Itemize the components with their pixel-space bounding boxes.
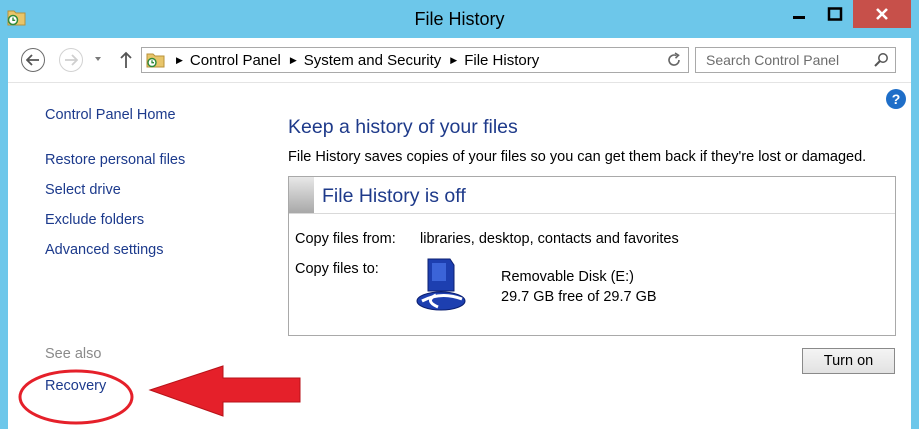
turn-on-button[interactable]: Turn on: [802, 348, 895, 374]
sidebar-link-recovery[interactable]: Recovery: [45, 378, 106, 394]
breadcrumb-control-panel[interactable]: Control Panel: [190, 52, 281, 69]
drive-free-space: 29.7 GB free of 29.7 GB: [501, 289, 657, 305]
forward-button[interactable]: [59, 48, 83, 72]
status-indicator-bar: [289, 177, 314, 213]
sidebar-link-exclude-folders[interactable]: Exclude folders: [45, 212, 144, 228]
up-arrow-icon[interactable]: [118, 50, 134, 70]
arrow-left-icon: [26, 54, 39, 66]
sidebar-link-advanced-settings[interactable]: Advanced settings: [45, 242, 164, 258]
recent-pages-dropdown-icon[interactable]: [93, 54, 103, 64]
close-button[interactable]: [853, 0, 911, 28]
copy-to-label: Copy files to:: [295, 261, 379, 277]
drive-name: Removable Disk (E:): [501, 269, 634, 285]
minimize-button[interactable]: [781, 0, 817, 28]
maximize-button[interactable]: [817, 0, 853, 28]
copy-from-label: Copy files from:: [295, 231, 396, 247]
highlight-circle-annotation: [18, 369, 134, 425]
breadcrumb-separator-icon[interactable]: ▶: [176, 55, 183, 66]
breadcrumb-separator-icon[interactable]: ▶: [290, 55, 297, 66]
breadcrumb-file-history[interactable]: File History: [464, 52, 539, 69]
search-box: [695, 47, 896, 73]
sidebar-link-restore-personal-files[interactable]: Restore personal files: [45, 152, 185, 168]
sidebar-link-control-panel-home[interactable]: Control Panel Home: [45, 107, 176, 123]
navigation-bar: ▶ Control Panel ▶ System and Security ▶ …: [8, 38, 911, 83]
see-also-label: See also: [45, 346, 102, 362]
copy-from-value: libraries, desktop, contacts and favorit…: [420, 231, 679, 247]
file-history-window: File History ▶ Control Panel ▶ System an…: [0, 0, 919, 429]
maximize-icon: [827, 7, 843, 21]
folder-history-icon: [146, 53, 165, 68]
status-header: File History is off: [289, 177, 895, 214]
address-bar[interactable]: ▶ Control Panel ▶ System and Security ▶ …: [141, 47, 689, 73]
refresh-icon[interactable]: [665, 51, 683, 69]
help-icon[interactable]: ?: [886, 89, 906, 109]
close-icon: [876, 8, 888, 20]
search-input[interactable]: [696, 48, 866, 72]
search-icon[interactable]: [873, 52, 889, 68]
sidebar-link-select-drive[interactable]: Select drive: [45, 182, 121, 198]
arrow-right-icon: [65, 54, 78, 66]
title-bar[interactable]: File History: [0, 0, 919, 38]
status-title: File History is off: [322, 185, 466, 207]
client-area: ▶ Control Panel ▶ System and Security ▶ …: [8, 38, 911, 429]
status-panel: File History is off Copy files from: lib…: [288, 176, 896, 336]
minimize-icon: [793, 16, 805, 19]
page-heading: Keep a history of your files: [288, 116, 518, 138]
back-button[interactable]: [21, 48, 45, 72]
breadcrumb-system-and-security[interactable]: System and Security: [304, 52, 442, 69]
red-arrow-annotation: [148, 365, 301, 417]
page-description: File History saves copies of your files …: [288, 149, 867, 165]
removable-disk-icon: [416, 258, 466, 311]
breadcrumb-separator-icon[interactable]: ▶: [450, 55, 457, 66]
